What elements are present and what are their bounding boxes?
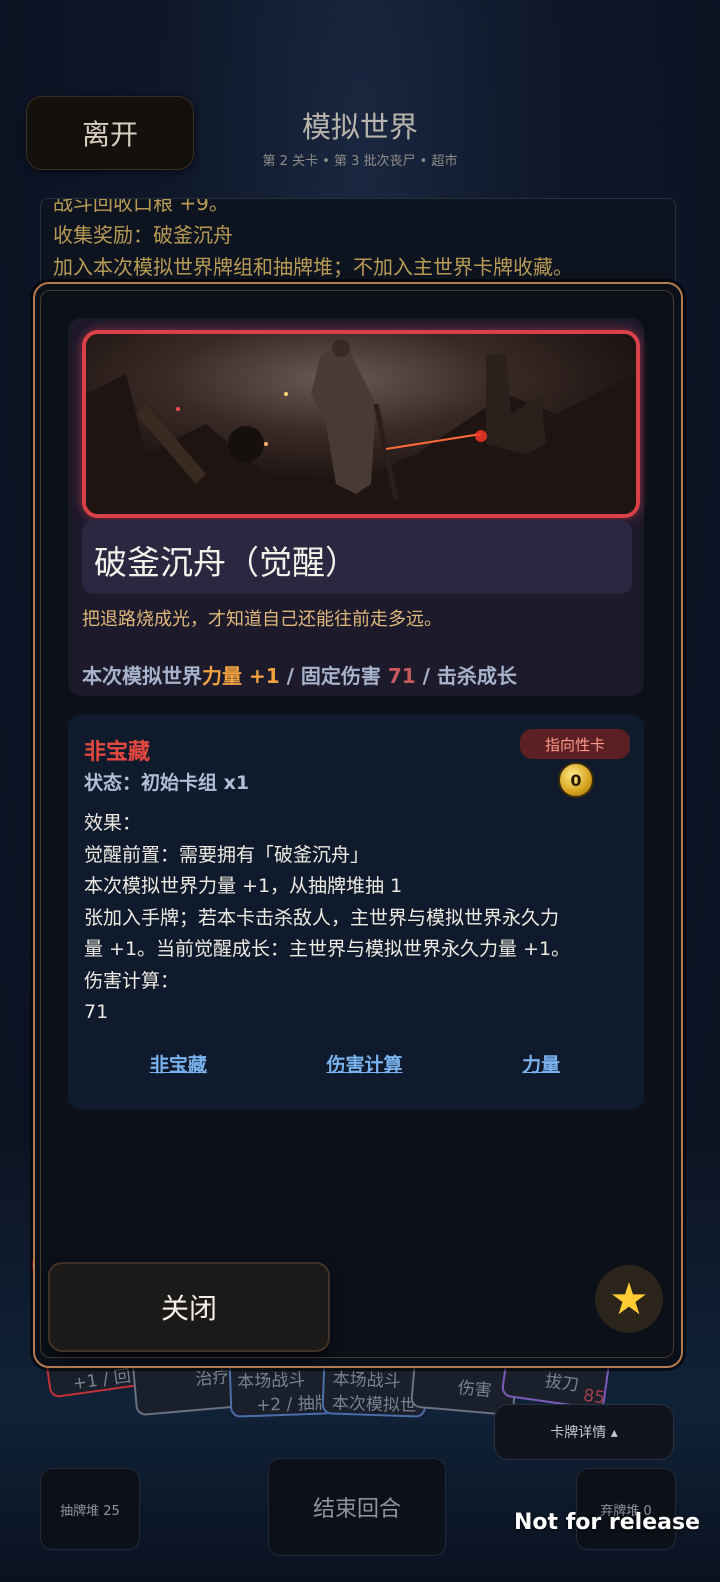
- hand-card-text: 本场战斗: [332, 1369, 402, 1392]
- hand-card-text: 伤害: [456, 1378, 493, 1402]
- card-cost-coin: 0: [558, 762, 594, 798]
- draw-pile-button[interactable]: 抽牌堆 25: [40, 1468, 140, 1550]
- stat-growth: / 击杀成长: [415, 664, 517, 688]
- effect-line: 张加入手牌；若本卡击杀敌人，主世界与模拟世界永久力: [84, 906, 560, 929]
- effect-line: 71: [84, 1001, 109, 1023]
- reward-log-line: 战斗回收口粮 +9。: [53, 198, 229, 215]
- watermark: Not for release: [514, 1510, 700, 1535]
- card-effect-text: 效果： 觉醒前置：需要拥有「破釜沉舟」 本次模拟世界力量 +1，从抽牌堆抽 1 …: [84, 808, 634, 1029]
- end-turn-button[interactable]: 结束回合: [268, 1458, 446, 1556]
- close-button[interactable]: 关闭: [48, 1262, 330, 1352]
- page-title: 模拟世界: [301, 110, 418, 144]
- reward-log-line: 加入本次模拟世界牌组和抽牌堆；不加入主世界卡牌收藏。: [53, 255, 573, 279]
- card-detail-button[interactable]: 卡牌详情 ▴: [494, 1404, 674, 1460]
- favorite-button[interactable]: ★: [595, 1265, 663, 1333]
- star-icon: ★: [609, 1273, 649, 1325]
- stat-prefix: 本次模拟世界: [82, 664, 202, 688]
- targeting-tag: 指向性卡: [520, 729, 630, 759]
- card-art-illustration: [86, 334, 636, 514]
- card-rarity: 非宝藏: [84, 740, 151, 765]
- stat-sep: / 固定伤害: [279, 664, 388, 688]
- hand-card-text: 拔刀: [543, 1371, 581, 1396]
- keyword-link-damage-calc[interactable]: 伤害计算: [326, 1050, 402, 1077]
- stat-damage: 71: [387, 664, 416, 688]
- keyword-link-rarity[interactable]: 非宝藏: [150, 1050, 207, 1077]
- effect-line: 本次模拟世界力量 +1，从抽牌堆抽 1: [84, 875, 403, 897]
- card-status: 状态：初始卡组 x1: [84, 772, 250, 794]
- effect-line: 觉醒前置：需要拥有「破釜沉舟」: [84, 843, 370, 866]
- card-stats: 本次模拟世界力量 +1 / 固定伤害 71 / 击杀成长: [82, 660, 517, 689]
- hand-card-text: 本场战斗: [236, 1370, 306, 1393]
- effect-line: 量 +1。当前觉醒成长：主世界与模拟世界永久力量 +1。: [84, 938, 571, 960]
- card-name-box: 破釜沉舟（觉醒）: [82, 520, 632, 594]
- discard-pile-button[interactable]: 弃牌堆 0: [576, 1468, 676, 1550]
- keyword-links: 非宝藏 伤害计算 力量: [90, 1050, 620, 1077]
- stat-power: 力量 +1: [202, 664, 280, 688]
- hand-card-text: +2 / 抽牌: [255, 1393, 333, 1416]
- keyword-link-power[interactable]: 力量: [522, 1050, 560, 1077]
- card-flavor-text: 把退路烧成光，才知道自己还能往前走多远。: [82, 609, 442, 630]
- card-art: [82, 330, 640, 518]
- level-subtitle: 第 2 关卡 • 第 3 批次丧尸 • 超市: [262, 154, 458, 169]
- reward-log: 战斗回收口粮 +9。 收集奖励：破釜沉舟 加入本次模拟世界牌组和抽牌堆；不加入主…: [40, 198, 676, 290]
- leave-button[interactable]: 离开: [26, 96, 194, 170]
- effect-line: 效果：: [84, 812, 142, 834]
- card-name: 破釜沉舟（觉醒）: [94, 543, 358, 582]
- reward-log-line: 收集奖励：破釜沉舟: [53, 223, 233, 247]
- effect-line: 伤害计算：: [84, 969, 180, 992]
- hand-card-text: 本次模拟世: [331, 1393, 418, 1417]
